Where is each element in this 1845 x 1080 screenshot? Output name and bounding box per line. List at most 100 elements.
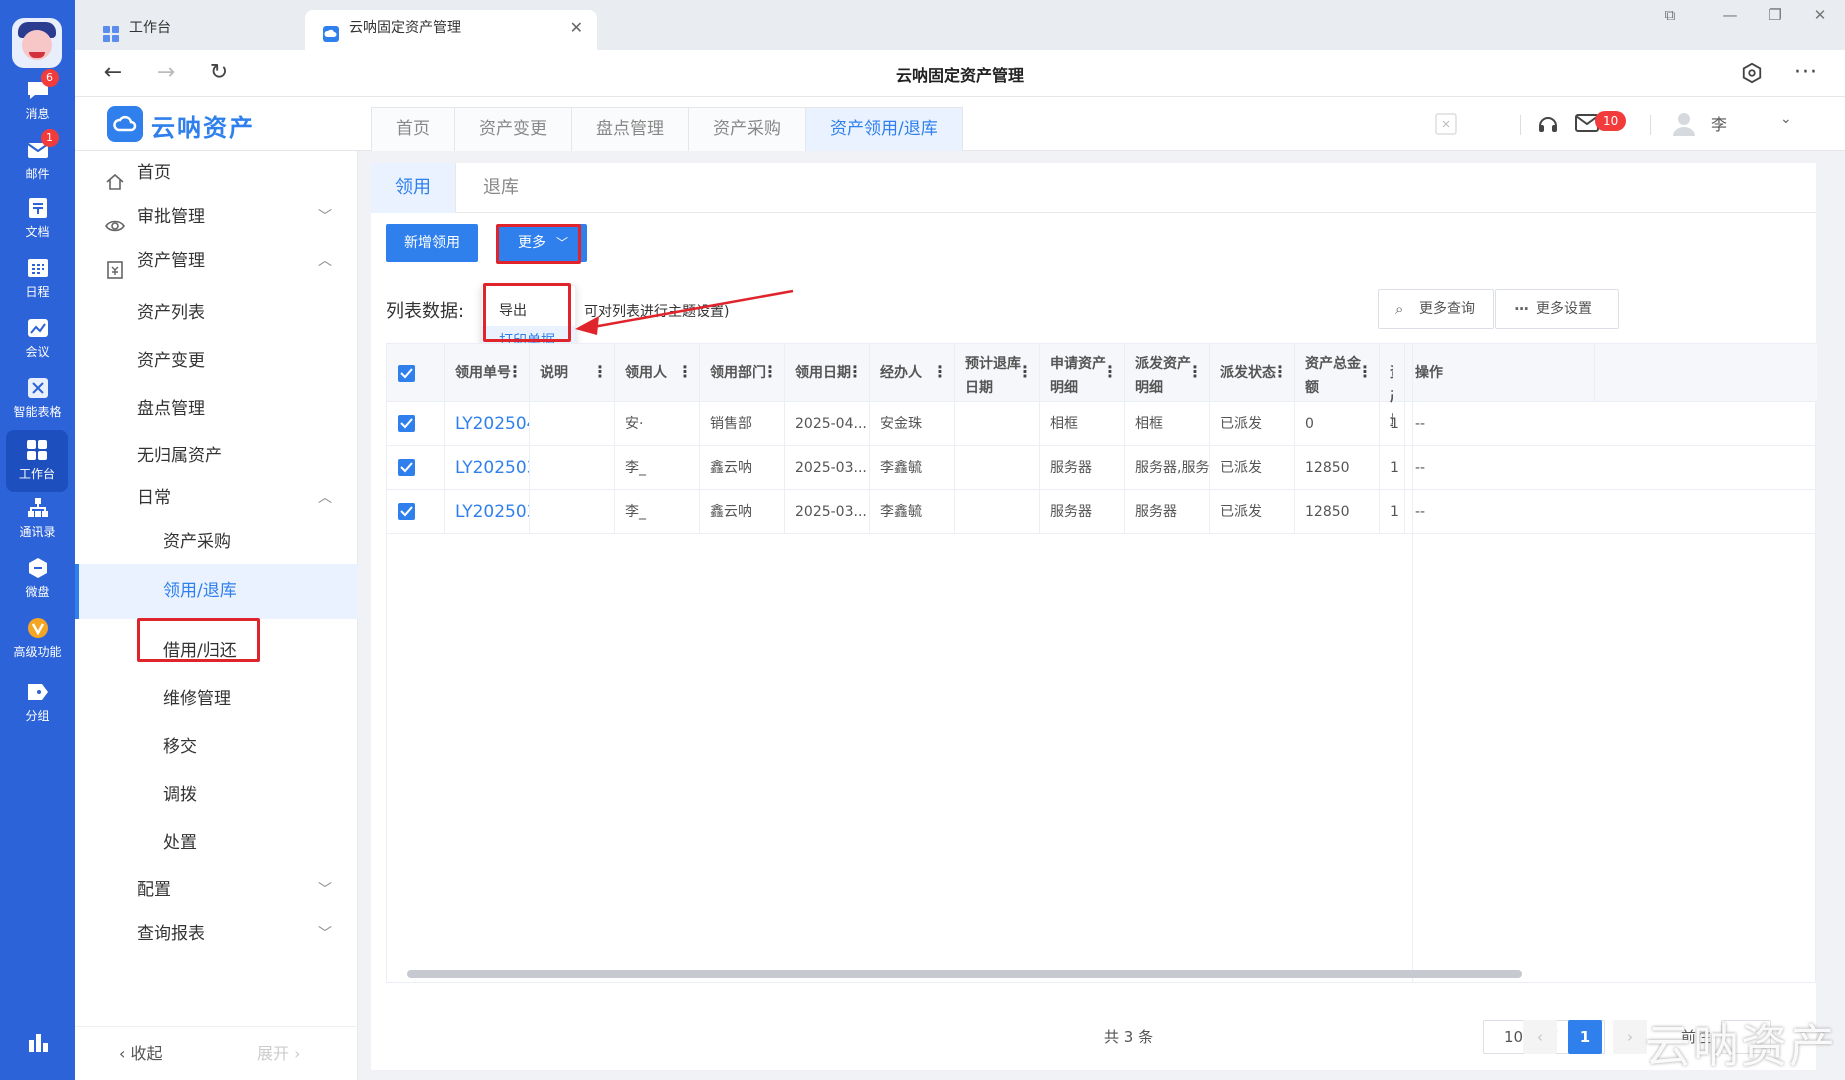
dock-drive[interactable]: 微盘 — [0, 556, 75, 600]
top-tab-home[interactable]: 首页 — [372, 108, 455, 151]
column-header[interactable]: 派发资产明细 ⋮ — [1125, 344, 1210, 402]
top-tab-requisition[interactable]: 资产领用/退库 — [806, 108, 962, 151]
dock-workbench[interactable]: 工作台 — [6, 430, 68, 492]
table-cell: 服务器,服务器 — [1125, 446, 1210, 490]
sidebar-item-disposal[interactable]: 处置 — [75, 819, 358, 867]
sidebar-item-asset-list[interactable]: 资产列表 — [75, 291, 358, 335]
column-menu-icon[interactable]: ⋮ — [847, 364, 863, 380]
column-menu-icon[interactable]: ⋮ — [1102, 364, 1118, 380]
column-header[interactable]: 资产总金额 ⋮ — [1295, 344, 1380, 402]
dock-groups[interactable]: 分组 — [0, 680, 75, 724]
column-menu-icon[interactable]: ⋮ — [932, 364, 948, 380]
chevron-down-icon: ﹀ — [318, 926, 332, 942]
top-tab-purchase[interactable]: 资产采购 — [689, 108, 806, 151]
dock-meeting[interactable]: 会议 — [0, 316, 75, 360]
dock-label: 会议 — [25, 345, 50, 359]
user-avatar-icon[interactable] — [1670, 109, 1698, 141]
sidebar-item-approval[interactable]: 审批管理 ﹀ — [75, 195, 358, 239]
tab-asset-management[interactable]: 云呐固定资产管理 ✕ — [305, 10, 597, 50]
dock-smart-table[interactable]: 智能表格 — [0, 376, 75, 420]
next-page-button[interactable]: › — [1613, 1020, 1647, 1054]
more-dots-icon[interactable]: ··· — [1792, 59, 1820, 87]
restore-tab-icon[interactable]: ⧉ — [1660, 6, 1680, 24]
header-select-all[interactable] — [387, 344, 445, 402]
horizontal-scrollbar[interactable] — [407, 970, 1522, 978]
sidebar-item-reports[interactable]: 查询报表 ﹀ — [75, 912, 358, 956]
table-row[interactable]: LY2025040安·销售部2025-04...安金珠相框相框已派发01-- — [387, 402, 1817, 446]
sidebar-item-transfer[interactable]: 调拨 — [75, 771, 358, 819]
more-settings-button[interactable]: ··· 更多设置 — [1495, 289, 1619, 329]
requisition-number-link[interactable]: LY2025032 — [445, 490, 530, 534]
checkbox-checked[interactable] — [398, 503, 415, 520]
column-menu-icon[interactable]: ⋮ — [507, 364, 523, 380]
column-header[interactable]: 领用部门 ⋮ — [700, 344, 785, 402]
collapse-button[interactable]: ‹ 收起 — [119, 1027, 163, 1080]
tab-requisition[interactable]: 领用 — [371, 163, 456, 213]
dock-advanced[interactable]: 高级功能 — [0, 616, 75, 660]
sidebar-item-purchase[interactable]: 资产采购 — [75, 520, 358, 564]
column-header[interactable]: 说明 ⋮ — [530, 344, 615, 402]
sidebar-item-maintenance[interactable]: 维修管理 — [75, 675, 358, 723]
column-header[interactable]: 资产量 — [1380, 344, 1405, 429]
menu-item-export[interactable]: 导出 — [482, 296, 575, 326]
column-header[interactable]: 申请资产明细 ⋮ — [1040, 344, 1125, 402]
expand-button[interactable]: 展开 › — [257, 1027, 301, 1080]
column-menu-icon[interactable]: ⋮ — [762, 364, 778, 380]
window-close-icon[interactable]: ✕ — [1810, 6, 1830, 24]
column-menu-icon[interactable]: ⋮ — [592, 364, 608, 380]
sidebar-item-inventory[interactable]: 盘点管理 — [75, 387, 358, 431]
sidebar-item-handover[interactable]: 移交 — [75, 723, 358, 771]
column-header[interactable]: 领用单号 ⋮ — [445, 344, 530, 402]
sidebar-item-asset-management[interactable]: 资产管理 ︿ — [75, 239, 358, 283]
sidebar-item-borrow[interactable]: 借用/归还 — [75, 627, 358, 675]
minimize-icon[interactable]: — — [1720, 6, 1740, 24]
new-requisition-button[interactable]: 新增领用 — [386, 224, 478, 262]
column-header[interactable]: 操作 — [1405, 344, 1595, 402]
column-menu-icon[interactable]: ⋮ — [1357, 364, 1373, 380]
sidebar-item-config[interactable]: 配置 ﹀ — [75, 868, 358, 912]
top-tab-inventory[interactable]: 盘点管理 — [572, 108, 689, 151]
more-query-button[interactable]: ⌕ 更多查询 — [1378, 289, 1494, 329]
requisition-number-link[interactable]: LY2025040 — [445, 402, 530, 446]
dock-messages[interactable]: 6 消息 — [0, 69, 75, 122]
user-avatar[interactable] — [12, 18, 62, 68]
top-tab-asset-change[interactable]: 资产变更 — [455, 108, 572, 151]
settings-hex-icon[interactable] — [1738, 59, 1766, 87]
dock-more[interactable] — [0, 1030, 75, 1054]
sidebar-item-home[interactable]: 首页 — [75, 151, 358, 195]
checkbox-checked[interactable] — [398, 459, 415, 476]
checkbox-checked[interactable] — [398, 365, 415, 382]
dock-mail[interactable]: 1 邮件 — [0, 129, 75, 182]
column-header[interactable]: 领用人 ⋮ — [615, 344, 700, 402]
close-icon[interactable]: ✕ — [570, 10, 583, 46]
user-name[interactable]: 李 — [1711, 111, 1727, 135]
column-menu-icon[interactable]: ⋮ — [677, 364, 693, 380]
sidebar-item-daily[interactable]: 日常 ︿ — [75, 476, 358, 520]
column-header[interactable]: 预计退库日期 ⋮ — [955, 344, 1040, 402]
column-menu-icon[interactable]: ⋮ — [1017, 364, 1033, 380]
more-button[interactable]: 更多 ﹀ — [498, 224, 587, 262]
dock-contacts[interactable]: 通讯录 — [0, 496, 75, 540]
sidebar-item-asset-change[interactable]: 资产变更 — [75, 339, 358, 383]
chevron-down-icon[interactable]: ⌄ — [1780, 111, 1792, 127]
dock-calendar[interactable]: 日程 — [0, 256, 75, 300]
close-tabs-icon[interactable] — [1435, 113, 1457, 139]
tab-return[interactable]: 退库 — [459, 163, 543, 213]
table-row[interactable]: LY2025032 李_鑫云呐2025-03...李鑫毓 服务器服务器,服务器已派发… — [387, 446, 1817, 490]
page-1-button[interactable]: 1 — [1568, 1020, 1602, 1054]
maximize-icon[interactable]: ❐ — [1765, 6, 1785, 24]
column-header[interactable]: 经办人 ⋮ — [870, 344, 955, 402]
tab-workbench[interactable]: 工作台 — [85, 10, 189, 50]
column-menu-icon[interactable]: ⋮ — [1187, 364, 1203, 380]
column-header[interactable]: 领用日期 ⋮ — [785, 344, 870, 402]
sidebar-item-requisition[interactable]: 领用/退库 — [75, 564, 358, 619]
dock-docs[interactable]: 文档 — [0, 196, 75, 240]
sidebar-item-unassigned[interactable]: 无归属资产 — [75, 434, 358, 478]
table-row[interactable]: LY2025032李_鑫云呐2025-03...李鑫毓服务器服务器已派发1285… — [387, 490, 1817, 534]
column-header[interactable]: 派发状态 ⋮ — [1210, 344, 1295, 402]
prev-page-button[interactable]: ‹ — [1523, 1020, 1557, 1054]
requisition-number-link[interactable]: LY2025032 — [445, 446, 530, 490]
headset-icon[interactable] — [1537, 113, 1559, 139]
column-menu-icon[interactable]: ⋮ — [1272, 364, 1288, 380]
checkbox-checked[interactable] — [398, 415, 415, 432]
